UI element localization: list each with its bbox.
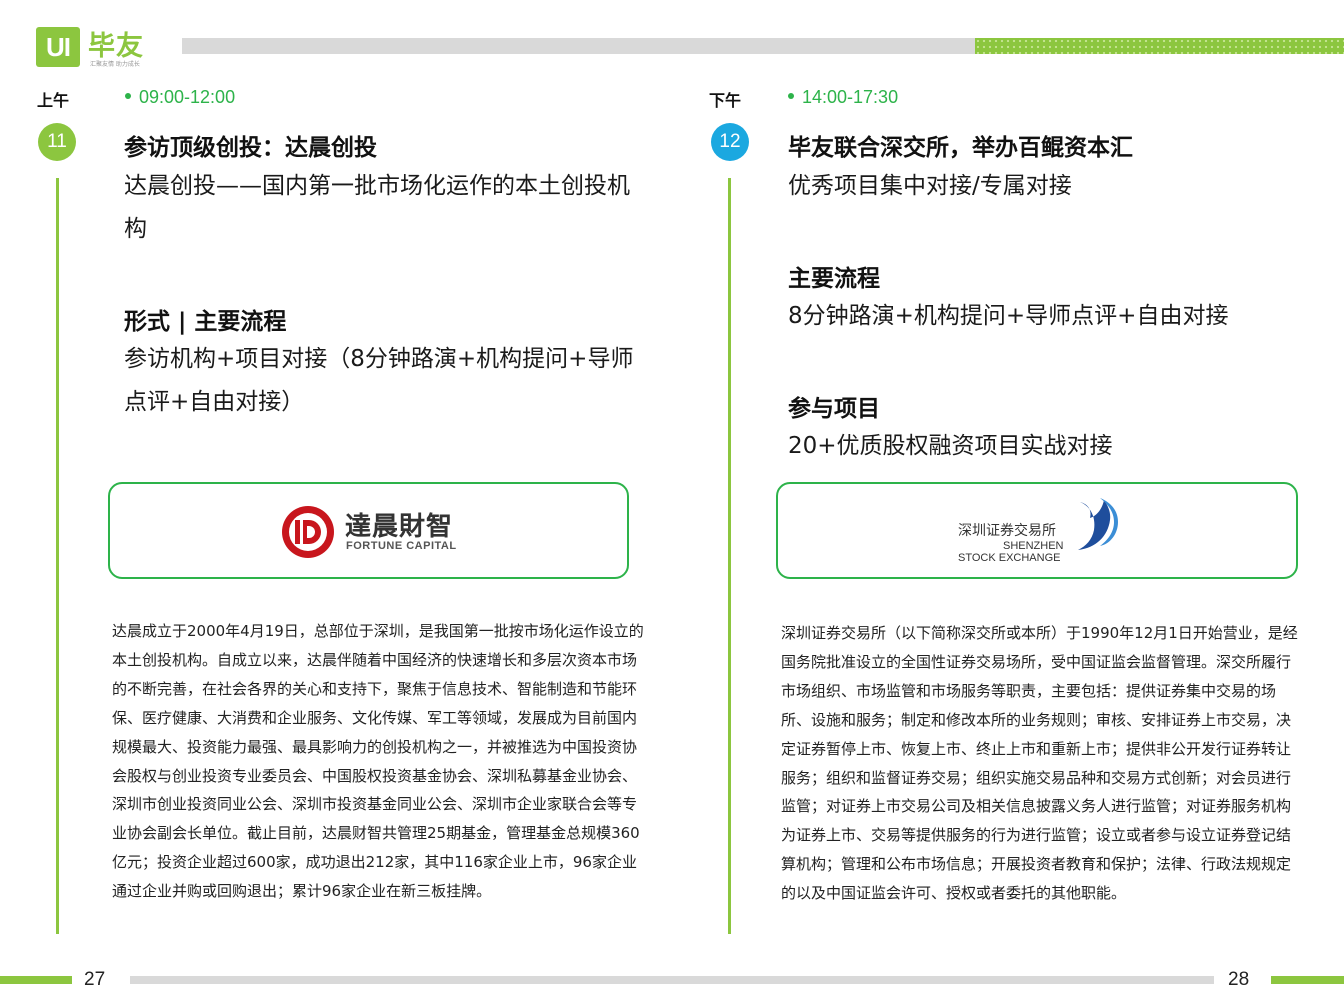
right-description: 深圳证券交易所（以下简称深交所或本所）于1990年12月1日开始营业，是经国务院… <box>781 624 1298 903</box>
fortune-capital-logo-cn: 達晨財智 <box>345 512 454 542</box>
left-title: 参访顶级创投：达晨创投 <box>124 135 377 161</box>
szse-emblem-icon <box>1078 498 1118 550</box>
left-time-text: 09:00-12:00 <box>139 87 236 107</box>
fortune-capital-logo-en: FORTUNE CAPITAL <box>346 540 457 552</box>
page-number-left: 27 <box>84 969 106 990</box>
brand-logo-mark: UI <box>36 27 80 67</box>
right-title: 毕友联合深交所，举办百鲲资本汇 <box>788 135 1133 161</box>
page-number-right: 28 <box>1228 969 1250 990</box>
right-period-label: 下午 <box>709 91 742 110</box>
brand-tagline: 汇聚友情 助力成长 <box>90 61 140 68</box>
fortune-capital-logo-card: 達晨財智 FORTUNE CAPITAL <box>108 482 629 579</box>
szse-logo-cn: 深圳证券交易所 <box>958 523 1056 539</box>
right-section2-body: 20+优质股权融资项目实战对接 <box>788 433 1113 459</box>
right-step-number: 12 <box>711 123 749 161</box>
fortune-capital-emblem-icon <box>282 506 334 558</box>
right-subtitle: 优秀项目集中对接/专属对接 <box>788 173 1072 199</box>
left-section-title: 形式 | 主要流程 <box>124 309 287 335</box>
footer-bar <box>130 976 1214 984</box>
header-bar <box>182 38 975 54</box>
right-time-text: 14:00-17:30 <box>802 87 899 107</box>
left-description: 达晨成立于2000年4月19日，总部位于深圳，是我国第一批按市场化运作设立的本土… <box>112 622 644 901</box>
szse-logo-en-2: STOCK EXCHANGE <box>958 552 1061 564</box>
right-section1-title: 主要流程 <box>788 266 880 292</box>
left-subtitle: 达晨创投——国内第一批市场化运作的本土创投机构 <box>124 173 630 242</box>
szse-logo-card: 深圳证券交易所 SHENZHEN STOCK EXCHANGE <box>776 482 1298 579</box>
left-section-body: 参访机构+项目对接（8分钟路演+机构提问+导师点评+自由对接） <box>124 346 634 415</box>
right-section1-body: 8分钟路演+机构提问+导师点评+自由对接 <box>788 303 1229 329</box>
right-section2-title: 参与项目 <box>788 396 880 422</box>
footer-accent-right <box>1271 976 1344 984</box>
footer-accent-left <box>0 976 72 984</box>
header-dotted-bar <box>975 38 1344 54</box>
left-period-label: 上午 <box>37 91 70 110</box>
left-step-number: 11 <box>38 123 76 161</box>
time-dot-icon <box>125 93 131 100</box>
brand-name: 毕友 <box>88 31 144 62</box>
left-time: 09:00-12:00 <box>125 87 235 108</box>
time-dot-icon <box>788 93 794 100</box>
right-time: 14:00-17:30 <box>788 87 898 108</box>
szse-logo-en-1: SHENZHEN <box>1003 540 1064 552</box>
right-timeline-line <box>728 178 731 934</box>
left-timeline-line <box>56 178 59 934</box>
